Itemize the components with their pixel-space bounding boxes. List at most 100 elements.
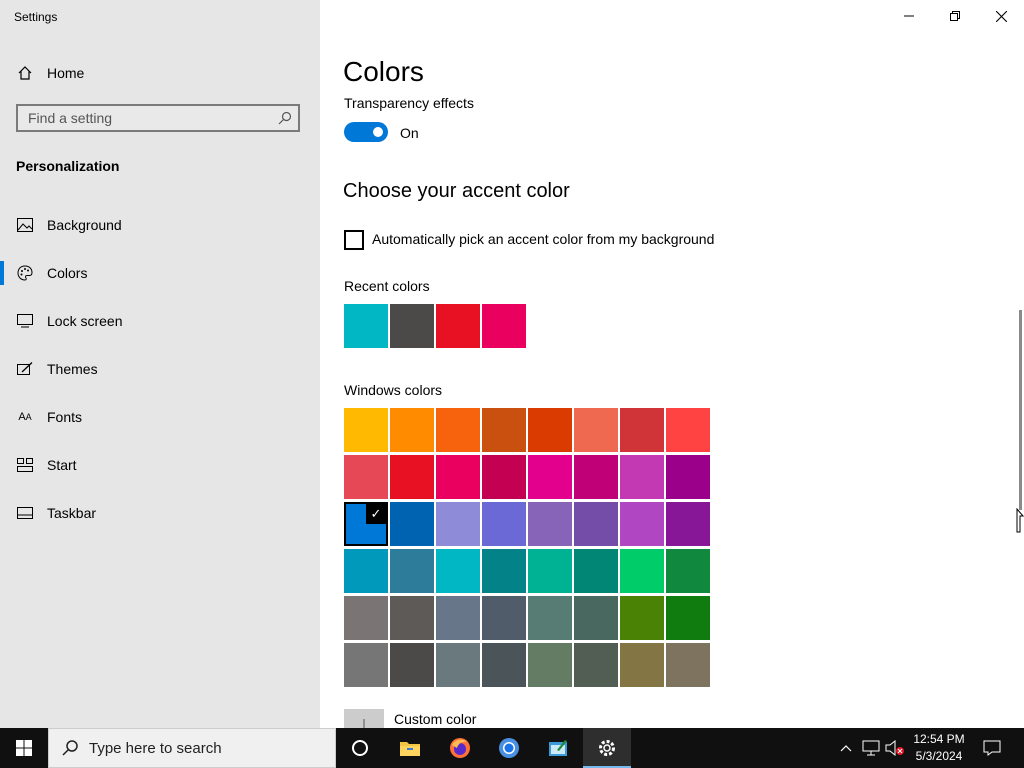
color-swatch[interactable] bbox=[344, 549, 388, 593]
color-swatch[interactable] bbox=[436, 408, 480, 452]
sidebar-item-themes[interactable]: Themes bbox=[0, 349, 320, 389]
color-swatch[interactable] bbox=[528, 596, 572, 640]
color-swatch[interactable] bbox=[528, 455, 572, 499]
color-swatch[interactable] bbox=[666, 502, 710, 546]
color-swatch[interactable] bbox=[620, 408, 664, 452]
custom-color-label[interactable]: Custom color bbox=[394, 711, 476, 727]
color-swatch[interactable] bbox=[390, 502, 434, 546]
color-swatch[interactable] bbox=[390, 596, 434, 640]
color-swatch[interactable] bbox=[436, 549, 480, 593]
color-swatch[interactable] bbox=[482, 408, 526, 452]
color-swatch[interactable] bbox=[528, 502, 572, 546]
setting-search-box[interactable] bbox=[16, 104, 300, 132]
color-swatch[interactable] bbox=[390, 304, 434, 348]
color-swatch[interactable] bbox=[574, 549, 618, 593]
sidebar-item-lock-screen[interactable]: Lock screen bbox=[0, 301, 320, 341]
color-swatch[interactable]: ✓ bbox=[344, 502, 388, 546]
close-button[interactable] bbox=[978, 0, 1024, 32]
sidebar-item-colors[interactable]: Colors bbox=[0, 253, 320, 293]
chrome-button[interactable] bbox=[485, 728, 533, 768]
color-swatch[interactable] bbox=[390, 455, 434, 499]
network-button[interactable] bbox=[860, 728, 882, 768]
color-swatch[interactable] bbox=[620, 455, 664, 499]
color-swatch[interactable] bbox=[666, 643, 710, 687]
color-swatch[interactable] bbox=[620, 643, 664, 687]
checkmark-icon: ✓ bbox=[366, 504, 386, 524]
restore-icon bbox=[950, 11, 960, 21]
taskbar-search-box[interactable]: Type here to search bbox=[48, 728, 336, 768]
notepad-button[interactable] bbox=[534, 728, 582, 768]
color-swatch[interactable] bbox=[344, 643, 388, 687]
sidebar-item-start[interactable]: Start bbox=[0, 445, 320, 485]
color-swatch[interactable] bbox=[574, 455, 618, 499]
color-swatch[interactable] bbox=[528, 643, 572, 687]
color-swatch[interactable] bbox=[666, 596, 710, 640]
image-icon bbox=[16, 216, 34, 234]
transparency-toggle[interactable] bbox=[344, 122, 388, 142]
windows-colors-label: Windows colors bbox=[344, 382, 443, 398]
search-icon[interactable] bbox=[278, 111, 292, 130]
color-swatch[interactable] bbox=[436, 455, 480, 499]
volume-button[interactable] bbox=[884, 728, 906, 768]
sidebar-item-taskbar[interactable]: Taskbar bbox=[0, 493, 320, 533]
file-explorer-icon bbox=[400, 742, 420, 756]
color-swatch[interactable] bbox=[436, 643, 480, 687]
color-swatch[interactable] bbox=[482, 502, 526, 546]
color-swatch[interactable] bbox=[482, 549, 526, 593]
sidebar-item-home[interactable]: Home bbox=[0, 53, 320, 93]
color-swatch[interactable] bbox=[620, 596, 664, 640]
color-swatch[interactable] bbox=[344, 596, 388, 640]
color-swatch[interactable] bbox=[390, 549, 434, 593]
color-swatch[interactable] bbox=[436, 502, 480, 546]
minimize-button[interactable] bbox=[886, 0, 932, 32]
auto-accent-label[interactable]: Automatically pick an accent color from … bbox=[372, 231, 714, 247]
sidebar-item-background[interactable]: Background bbox=[0, 205, 320, 245]
notification-icon bbox=[983, 740, 1001, 756]
file-explorer-button[interactable] bbox=[386, 728, 434, 768]
color-swatch[interactable] bbox=[344, 455, 388, 499]
color-swatch[interactable] bbox=[436, 304, 480, 348]
color-swatch[interactable] bbox=[344, 304, 388, 348]
color-swatch[interactable] bbox=[390, 408, 434, 452]
color-swatch[interactable] bbox=[574, 596, 618, 640]
color-swatch[interactable] bbox=[620, 502, 664, 546]
auto-accent-checkbox[interactable] bbox=[344, 230, 364, 250]
color-swatch[interactable] bbox=[666, 549, 710, 593]
firefox-button[interactable] bbox=[436, 728, 484, 768]
scrollbar-thumb[interactable] bbox=[1019, 310, 1022, 510]
home-icon bbox=[16, 64, 34, 82]
start-button[interactable] bbox=[0, 728, 48, 768]
color-swatch[interactable] bbox=[574, 643, 618, 687]
sidebar-item-label: Colors bbox=[47, 265, 88, 281]
cortana-button[interactable] bbox=[336, 728, 384, 768]
show-hidden-icons-button[interactable] bbox=[836, 728, 856, 768]
color-swatch[interactable] bbox=[620, 549, 664, 593]
restore-button[interactable] bbox=[932, 0, 978, 32]
color-swatch[interactable] bbox=[666, 408, 710, 452]
custom-color-button[interactable] bbox=[344, 709, 384, 728]
clock-time: 12:54 PM bbox=[913, 732, 965, 746]
color-swatch[interactable] bbox=[574, 408, 618, 452]
transparency-label: Transparency effects bbox=[344, 95, 474, 111]
clock-date: 5/3/2024 bbox=[915, 749, 963, 763]
color-swatch[interactable] bbox=[528, 549, 572, 593]
close-icon bbox=[995, 10, 1007, 22]
color-swatch[interactable] bbox=[344, 408, 388, 452]
color-swatch[interactable] bbox=[482, 455, 526, 499]
sidebar-item-label: Lock screen bbox=[47, 313, 123, 329]
color-swatch[interactable] bbox=[574, 502, 618, 546]
color-swatch[interactable] bbox=[482, 596, 526, 640]
sidebar-item-label: Start bbox=[47, 457, 77, 473]
color-swatch[interactable] bbox=[436, 596, 480, 640]
sidebar-item-fonts[interactable]: AA Fonts bbox=[0, 397, 320, 437]
setting-search-input[interactable] bbox=[18, 106, 268, 130]
color-swatch[interactable] bbox=[528, 408, 572, 452]
color-swatch[interactable] bbox=[482, 643, 526, 687]
settings-button[interactable] bbox=[583, 728, 631, 768]
color-swatch[interactable] bbox=[390, 643, 434, 687]
plus-icon bbox=[363, 719, 365, 728]
color-swatch[interactable] bbox=[482, 304, 526, 348]
action-center-button[interactable] bbox=[978, 728, 1006, 768]
color-swatch[interactable] bbox=[666, 455, 710, 499]
taskbar-clock[interactable]: 12:54 PM 5/3/2024 bbox=[908, 731, 970, 765]
